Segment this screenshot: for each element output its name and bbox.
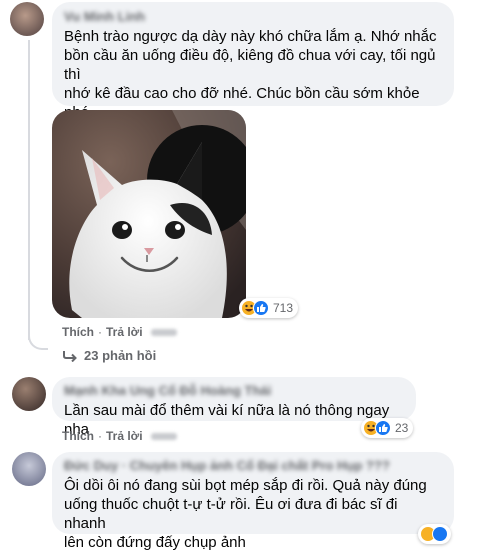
separator-dot: · bbox=[98, 429, 102, 443]
reply-button[interactable]: Trả lời bbox=[106, 429, 143, 443]
reaction-count: 713 bbox=[273, 301, 294, 315]
like-button[interactable]: Thích bbox=[62, 325, 94, 339]
reaction-summary[interactable]: 23 bbox=[361, 418, 414, 438]
comment-actions: Thích · Trả lời bbox=[62, 429, 177, 443]
comment-bubble: Mạnh Kha Ung Cổ Đỗ Hoàng Thái Lần sau mà… bbox=[52, 377, 416, 438]
comment-photo[interactable] bbox=[52, 110, 246, 318]
timestamp[interactable] bbox=[150, 433, 177, 441]
comment-actions: Thích · Trả lời bbox=[62, 325, 177, 339]
reply-arrow-icon bbox=[63, 350, 77, 362]
like-button[interactable]: Thích bbox=[62, 429, 94, 443]
replies-label: 23 phản hồi bbox=[84, 348, 157, 363]
reply-button[interactable]: Trả lời bbox=[106, 325, 143, 339]
like-icon bbox=[253, 300, 269, 316]
thread-line bbox=[28, 40, 30, 340]
reaction-summary[interactable] bbox=[418, 524, 451, 544]
avatar[interactable] bbox=[10, 2, 44, 36]
like-icon bbox=[375, 420, 391, 436]
view-replies-button[interactable]: 23 phản hồi bbox=[62, 348, 156, 363]
comment-bubble: Vu Minh Linh Bệnh trào ngược dạ dày này … bbox=[52, 2, 454, 139]
comment-author[interactable]: Mạnh Kha Ung Cổ Đỗ Hoàng Thái bbox=[64, 383, 404, 398]
thread-connector bbox=[28, 320, 48, 350]
reaction-summary[interactable]: 713 bbox=[239, 298, 299, 318]
reaction-count: 23 bbox=[395, 421, 409, 435]
comment-text: Ôi dồi ôi nó đang sùi bọt mép sắp đi rồi… bbox=[64, 477, 427, 551]
smiling-cat-photo bbox=[52, 110, 246, 318]
comment-author[interactable]: Vu Minh Linh bbox=[64, 9, 442, 24]
avatar[interactable] bbox=[12, 452, 46, 486]
comment-author[interactable]: Đức Duy · Chuyên Hụp ảnh Cổ Đại chất Pro… bbox=[64, 458, 442, 473]
like-icon bbox=[432, 526, 448, 542]
avatar[interactable] bbox=[12, 377, 46, 411]
separator-dot: · bbox=[98, 325, 102, 339]
comment-text: Bệnh trào ngược dạ dày này khó chữa lắm … bbox=[64, 28, 437, 121]
comment-bubble: Đức Duy · Chuyên Hụp ảnh Cổ Đại chất Pro… bbox=[52, 452, 454, 551]
timestamp[interactable] bbox=[150, 329, 177, 337]
